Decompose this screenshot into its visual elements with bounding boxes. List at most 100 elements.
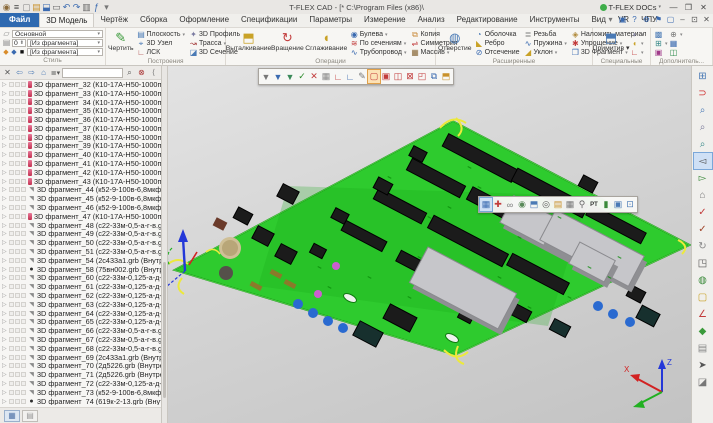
tree-item[interactable]: ▷◥3D фрагмент_62 (с22-33м-0,125-а-д-в.gr… — [0, 291, 161, 300]
expander-icon[interactable]: ▷ — [2, 362, 9, 369]
expander-icon[interactable]: ▷ — [2, 90, 9, 97]
tree-item[interactable]: ▷◥3D фрагмент_63 (с22-33м-0,125-а-д-в.gr… — [0, 300, 161, 309]
visibility-toggle-icon[interactable] — [21, 249, 26, 254]
tree-item[interactable]: ▷3D фрагмент_32 (К10-17А-Н50-1000пф-... — [0, 80, 161, 89]
hole-button[interactable]: ◍Отверстие — [438, 29, 472, 53]
tools-wrench-icon[interactable]: ⚲ — [576, 198, 588, 211]
visibility-toggle-icon[interactable] — [15, 196, 20, 201]
blue-capacitor[interactable] — [308, 308, 318, 318]
visibility-toggle-icon[interactable] — [21, 196, 26, 201]
by-sections-button[interactable]: ≋По сечениям▾ — [349, 39, 408, 48]
visibility-toggle-icon[interactable] — [15, 249, 20, 254]
visibility-toggle-icon[interactable] — [9, 214, 14, 219]
visibility-toggle-icon[interactable] — [9, 143, 14, 148]
tab-3d-model[interactable]: 3D Модель — [39, 13, 94, 27]
view-next-button[interactable]: ▻ — [694, 170, 712, 186]
tab-parameters[interactable]: Параметры — [303, 13, 358, 27]
tree-item[interactable]: ▷◥3D фрагмент_73 (к52-9-100в-6,8мкф+-.2.… — [0, 388, 161, 397]
relations-icon[interactable]: ∞ — [504, 198, 516, 211]
tree-item[interactable]: ▷3D фрагмент_36 (К10-17А-Н50-1000пф-... — [0, 115, 161, 124]
ribbon-collapse-icon[interactable]: ▾ — [605, 14, 616, 25]
visibility-toggle-icon[interactable] — [9, 99, 14, 104]
print-icon[interactable]: ▭ — [52, 3, 61, 12]
expander-icon[interactable]: ▷ — [2, 134, 9, 141]
visibility-toggle-icon[interactable] — [9, 337, 14, 342]
new-document-icon[interactable]: ▢ — [22, 3, 31, 12]
visibility-toggle-icon[interactable] — [21, 275, 26, 280]
visibility-toggle-icon[interactable] — [21, 381, 26, 386]
variables-icon[interactable]: ƒ — [92, 3, 101, 12]
doc-close-icon[interactable]: ✕ — [701, 14, 712, 25]
visibility-toggle-icon[interactable] — [15, 205, 20, 210]
rotation-button[interactable]: ↻Вращение — [271, 29, 304, 53]
apply-selection-icon[interactable]: ✓ — [296, 70, 308, 83]
visibility-toggle-icon[interactable] — [15, 82, 20, 87]
visibility-toggle-icon[interactable] — [9, 293, 14, 298]
tree-item[interactable]: ▷◥3D фрагмент_69 (2с433а1.grb (Внутренн.… — [0, 353, 161, 362]
visibility-toggle-icon[interactable] — [21, 108, 26, 113]
close-panel-button[interactable]: ✕ — [2, 67, 13, 78]
expander-icon[interactable]: ▷ — [2, 107, 9, 114]
settings-gear-icon[interactable]: ⚙ — [641, 14, 652, 25]
visibility-toggle-icon[interactable] — [21, 82, 26, 87]
visibility-toggle-icon[interactable] — [21, 258, 26, 263]
visibility-toggle-icon[interactable] — [9, 231, 14, 236]
visibility-toggle-icon[interactable] — [9, 82, 14, 87]
expander-icon[interactable]: ▷ — [2, 186, 9, 193]
visibility-toggle-icon[interactable] — [15, 275, 20, 280]
expander-icon[interactable]: ▷ — [2, 354, 9, 361]
tab-editing[interactable]: Редактирование — [451, 13, 524, 27]
expander-icon[interactable]: ▷ — [2, 151, 9, 158]
diagnostics-page-tab[interactable]: ▤ — [22, 410, 38, 422]
tree-item[interactable]: ▷◥3D фрагмент_60 (с22-33м-0,125-а-д-в.gr… — [0, 274, 161, 283]
visibility-toggle-icon[interactable] — [21, 152, 26, 157]
visibility-icon[interactable]: ◉ — [516, 198, 528, 211]
tree-item[interactable]: ▷◥3D фрагмент_50 (с22-33м-0,5-а-г-в.grb … — [0, 238, 161, 247]
tree-item[interactable]: ▷◥3D фрагмент_49 (с22-33м-0,5-а-г-в.grb … — [0, 230, 161, 239]
visibility-toggle-icon[interactable] — [15, 372, 20, 377]
box-exclude-icon[interactable]: ⊠ — [404, 70, 416, 83]
tree-item[interactable]: ▷◥3D фрагмент_61 (с22-33м-0,125-а-д-в.gr… — [0, 282, 161, 291]
minimize-button[interactable]: — — [666, 1, 681, 13]
expander-icon[interactable]: ▷ — [2, 222, 9, 229]
face-tools-button[interactable]: ◖▾ — [629, 39, 645, 48]
lcs-button[interactable]: ∟ЛСК — [136, 48, 187, 57]
zoom-window-button[interactable]: ⌕ — [694, 136, 712, 152]
pipe-button[interactable]: ∿Трубопровод▾ — [349, 48, 408, 57]
axes-blue-icon[interactable]: ∟ — [344, 70, 356, 83]
expander-icon[interactable]: ▷ — [2, 230, 9, 237]
tree-item[interactable]: ▷3D фрагмент_40 (К10-17А-Н50-1000пф-... — [0, 150, 161, 159]
boolean-button[interactable]: ◉Булева▾ — [349, 30, 408, 39]
visibility-toggle-icon[interactable] — [21, 390, 26, 395]
open-fragment-icon[interactable]: ▤ — [552, 198, 564, 211]
expander-icon[interactable]: ▷ — [2, 125, 9, 132]
tree-item[interactable]: ▷◥3D фрагмент_46 (к52-9-100в-6,8мкф+-.2.… — [0, 203, 161, 212]
box-cross-icon[interactable]: ◫ — [392, 70, 404, 83]
visibility-toggle-icon[interactable] — [9, 363, 14, 368]
visibility-toggle-icon[interactable] — [9, 152, 14, 157]
visibility-toggle-icon[interactable] — [21, 143, 26, 148]
visibility-toggle-icon[interactable] — [15, 170, 20, 175]
visibility-toggle-icon[interactable] — [15, 284, 20, 289]
tree-item[interactable]: ▷◥3D фрагмент_68 (с22-33м-0,5-а-г-в.grb … — [0, 344, 161, 353]
tree-item[interactable]: ▷◥3D фрагмент_70 (2д5226.grb (Внутренн..… — [0, 362, 161, 371]
link-copy-icon[interactable]: ⧉ — [428, 70, 440, 83]
window-select-icon[interactable]: ▢ — [368, 70, 380, 83]
thread-button[interactable]: ≣Резьба — [523, 30, 568, 39]
visibility-toggle-icon[interactable] — [15, 328, 20, 333]
tree-item[interactable]: ▷◥3D фрагмент_67 (с22-33м-0,5-а-г-в.grb … — [0, 335, 161, 344]
3d-node-button[interactable]: ⌖3D Узел — [136, 39, 187, 48]
visibility-toggle-icon[interactable] — [9, 170, 14, 175]
model-tree-page-tab[interactable]: ▦ — [4, 410, 20, 422]
help-icon[interactable]: ? — [629, 14, 640, 25]
visibility-toggle-icon[interactable] — [9, 319, 14, 324]
sketch-on-face-icon[interactable]: ✎ — [356, 70, 368, 83]
dialog-window-icon[interactable]: ▣ — [612, 198, 624, 211]
expander-icon[interactable]: ▷ — [2, 142, 9, 149]
rib-button[interactable]: ◣Ребро — [474, 39, 521, 48]
visibility-toggle-icon[interactable] — [15, 143, 20, 148]
visibility-toggle-icon[interactable] — [15, 126, 20, 131]
doc-minimize-icon[interactable]: – — [677, 14, 688, 25]
tree-item[interactable]: ▷◥3D фрагмент_48 (с22-33м-0,5-а-г-в.grb … — [0, 221, 161, 230]
visibility-toggle-icon[interactable] — [21, 170, 26, 175]
